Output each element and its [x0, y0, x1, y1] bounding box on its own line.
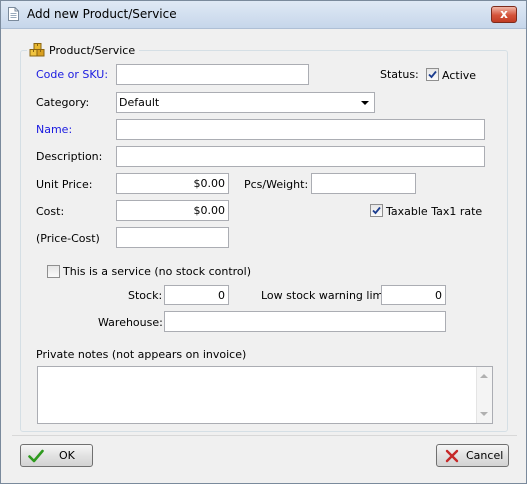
price-cost-output — [116, 227, 229, 248]
taxable-label: Taxable Tax1 rate — [386, 205, 483, 218]
notes-textarea[interactable] — [37, 366, 493, 424]
service-checkbox[interactable] — [47, 265, 60, 278]
cost-label: Cost: — [36, 205, 65, 218]
stock-label: Stock: — [128, 289, 163, 302]
pcs-weight-input[interactable] — [311, 173, 416, 194]
chevron-down-icon — [361, 101, 369, 105]
name-label: Name: — [36, 123, 73, 136]
pcs-weight-label: Pcs/Weight: — [244, 178, 309, 191]
cost-input[interactable] — [116, 200, 229, 221]
name-input[interactable] — [116, 119, 485, 140]
document-icon — [8, 7, 19, 21]
status-label: Status: — [380, 68, 419, 81]
checkmark-icon — [372, 206, 381, 215]
window-title: Add new Product/Service — [27, 7, 177, 21]
footer-divider — [12, 435, 517, 436]
notes-label: Private notes (not appears on invoice) — [36, 348, 247, 361]
notes-scrollbar[interactable] — [476, 367, 492, 423]
x-icon — [445, 449, 459, 462]
taxable-checkbox[interactable] — [370, 204, 383, 217]
code-input[interactable] — [116, 64, 309, 85]
close-icon: x — [500, 7, 508, 21]
checkmark-icon — [28, 449, 44, 462]
scroll-down-icon[interactable] — [480, 412, 488, 416]
group-legend: Product/Service — [27, 42, 140, 58]
low-stock-input[interactable] — [381, 285, 446, 305]
category-select[interactable]: Default — [116, 92, 375, 113]
price-cost-label: (Price-Cost) — [36, 232, 100, 245]
category-label: Category: — [36, 96, 90, 109]
unit-price-label: Unit Price: — [36, 178, 93, 191]
ok-label: OK — [59, 449, 75, 462]
active-label: Active — [442, 69, 477, 82]
low-stock-label: Low stock warning limit: — [261, 289, 395, 302]
boxes-icon — [29, 43, 45, 57]
active-checkbox[interactable] — [426, 68, 439, 81]
service-label: This is a service (no stock control) — [63, 265, 251, 278]
description-label: Description: — [36, 150, 103, 163]
category-value: Default — [119, 96, 160, 109]
group-title: Product/Service — [49, 43, 136, 57]
description-input[interactable] — [116, 146, 485, 167]
close-button[interactable]: x — [491, 6, 517, 23]
ok-button[interactable]: OK — [20, 444, 93, 467]
title-bar[interactable]: Add new Product/Service x — [1, 1, 526, 29]
scroll-up-icon[interactable] — [480, 374, 488, 378]
warehouse-label: Warehouse: — [98, 316, 163, 329]
unit-price-input[interactable] — [116, 173, 229, 194]
add-product-dialog: Add new Product/Service x Product/Servic… — [0, 0, 527, 484]
code-label: Code or SKU: — [36, 68, 109, 81]
warehouse-input[interactable] — [164, 311, 446, 332]
stock-input[interactable] — [164, 285, 229, 305]
checkmark-icon — [428, 70, 437, 79]
cancel-button[interactable]: Cancel — [436, 444, 509, 467]
cancel-label: Cancel — [466, 449, 504, 462]
